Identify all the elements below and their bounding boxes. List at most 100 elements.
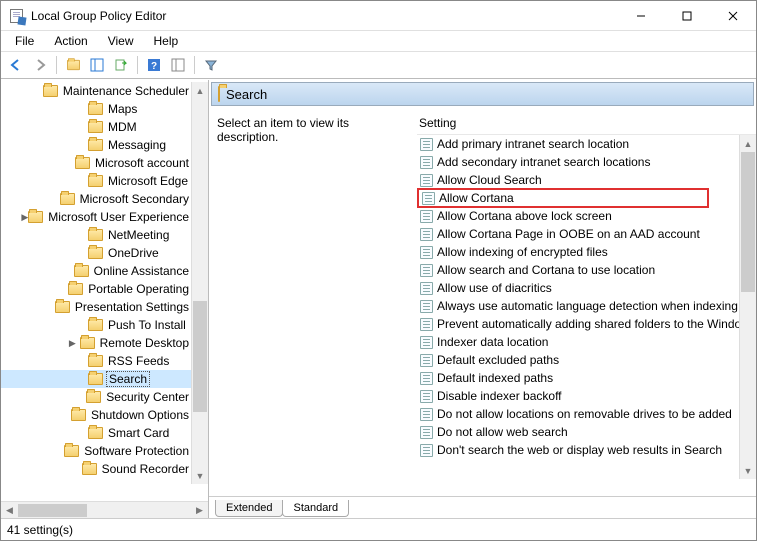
forward-button[interactable] xyxy=(29,54,51,76)
menu-view[interactable]: View xyxy=(100,33,142,49)
setting-item[interactable]: Prevent automatically adding shared fold… xyxy=(417,315,739,333)
minimize-button[interactable] xyxy=(618,1,664,30)
policy-icon xyxy=(419,209,433,223)
tree-item[interactable]: Microsoft Edge xyxy=(1,172,191,190)
tree-item[interactable]: NetMeeting xyxy=(1,226,191,244)
close-button[interactable] xyxy=(710,1,756,30)
folder-icon xyxy=(87,354,103,368)
setting-label: Do not allow web search xyxy=(437,425,568,439)
help-button[interactable]: ? xyxy=(143,54,165,76)
tab-standard[interactable]: Standard xyxy=(282,500,349,517)
up-folder-button[interactable] xyxy=(62,54,84,76)
setting-item[interactable]: Allow Cortana xyxy=(417,188,709,208)
tree-item-label: Microsoft Edge xyxy=(106,174,190,188)
setting-item[interactable]: Allow Cloud Search xyxy=(417,171,739,189)
setting-item[interactable]: Indexer data location xyxy=(417,333,739,351)
tree-item[interactable]: Security Center xyxy=(1,388,191,406)
tree-item[interactable]: Push To Install xyxy=(1,316,191,334)
properties-button[interactable] xyxy=(167,54,189,76)
menubar: File Action View Help xyxy=(1,31,756,51)
setting-label: Allow indexing of encrypted files xyxy=(437,245,608,259)
settings-column-header[interactable]: Setting xyxy=(417,112,756,135)
tree-item[interactable]: Microsoft account xyxy=(1,154,191,172)
back-button[interactable] xyxy=(5,54,27,76)
folder-icon xyxy=(87,138,103,152)
window-title: Local Group Policy Editor xyxy=(31,9,618,23)
export-button[interactable] xyxy=(110,54,132,76)
titlebar: Local Group Policy Editor xyxy=(1,1,756,31)
setting-item[interactable]: Add primary intranet search location xyxy=(417,135,739,153)
tree-item[interactable]: RSS Feeds xyxy=(1,352,191,370)
menu-file[interactable]: File xyxy=(7,33,42,49)
setting-label: Don't search the web or display web resu… xyxy=(437,443,722,457)
tree-item[interactable]: OneDrive xyxy=(1,244,191,262)
tree-item-label: MDM xyxy=(106,120,139,134)
tree-item[interactable]: Sound Recorder xyxy=(1,460,191,478)
tree-item[interactable]: Online Assistance xyxy=(1,262,191,280)
tree-item[interactable]: Smart Card xyxy=(1,424,191,442)
setting-item[interactable]: Allow search and Cortana to use location xyxy=(417,261,739,279)
setting-item[interactable]: Allow use of diacritics xyxy=(417,279,739,297)
tree-item-label: Presentation Settings xyxy=(73,300,191,314)
tree-item[interactable]: Search xyxy=(1,370,191,388)
policy-icon xyxy=(419,353,433,367)
setting-item[interactable]: Allow Cortana above lock screen xyxy=(417,207,739,225)
show-tree-button[interactable] xyxy=(86,54,108,76)
tree-item[interactable]: Messaging xyxy=(1,136,191,154)
tree-item[interactable]: Presentation Settings xyxy=(1,298,191,316)
menu-help[interactable]: Help xyxy=(146,33,187,49)
tree-horizontal-scrollbar[interactable]: ◀ ▶ xyxy=(1,501,208,518)
menu-action[interactable]: Action xyxy=(46,33,95,49)
detail-body: Select an item to view its description. … xyxy=(209,106,756,496)
toolbar: ? xyxy=(1,51,756,79)
tree-item[interactable]: ▶Microsoft User Experience xyxy=(1,208,191,226)
setting-item[interactable]: Do not allow locations on removable driv… xyxy=(417,405,739,423)
tree-item-label: Sound Recorder xyxy=(100,462,191,476)
detail-header-label: Search xyxy=(226,87,267,102)
tree-item-label: Search xyxy=(106,371,150,387)
setting-label: Indexer data location xyxy=(437,335,548,349)
tab-extended[interactable]: Extended xyxy=(215,500,283,517)
settings-vertical-scrollbar[interactable]: ▲ ▼ xyxy=(739,135,756,479)
filter-button[interactable] xyxy=(200,54,222,76)
tree-item-label: NetMeeting xyxy=(106,228,171,242)
tree-vertical-scrollbar[interactable]: ▲ ▼ xyxy=(191,82,208,484)
setting-item[interactable]: Allow Cortana Page in OOBE on an AAD acc… xyxy=(417,225,739,243)
maximize-button[interactable] xyxy=(664,1,710,30)
policy-icon xyxy=(419,173,433,187)
toolbar-separator xyxy=(56,56,57,74)
tree-item[interactable]: ▶Remote Desktop xyxy=(1,334,191,352)
setting-label: Default indexed paths xyxy=(437,371,553,385)
setting-item[interactable]: Add secondary intranet search locations xyxy=(417,153,739,171)
tree-item[interactable]: MDM xyxy=(1,118,191,136)
tree-item[interactable]: Portable Operating xyxy=(1,280,191,298)
tree-item-label: Software Protection xyxy=(82,444,191,458)
tree-item-label: Maps xyxy=(106,102,139,116)
folder-icon xyxy=(71,408,86,422)
app-icon xyxy=(9,8,25,24)
policy-icon xyxy=(419,245,433,259)
tree-item[interactable]: Software Protection xyxy=(1,442,191,460)
setting-item[interactable]: Do not allow web search xyxy=(417,423,739,441)
expander-icon[interactable]: ▶ xyxy=(65,338,80,349)
setting-item[interactable]: Don't search the web or display web resu… xyxy=(417,441,739,459)
setting-label: Add secondary intranet search locations xyxy=(437,155,650,169)
window-controls xyxy=(618,1,756,30)
setting-item[interactable]: Disable indexer backoff xyxy=(417,387,739,405)
tree-item[interactable]: Shutdown Options xyxy=(1,406,191,424)
setting-item[interactable]: Allow indexing of encrypted files xyxy=(417,243,739,261)
setting-item[interactable]: Default indexed paths xyxy=(417,369,739,387)
expander-icon[interactable]: ▶ xyxy=(21,212,28,223)
tree-item[interactable]: Maintenance Scheduler xyxy=(1,82,191,100)
settings-list[interactable]: Add primary intranet search location Add … xyxy=(417,135,756,496)
tree-item[interactable]: Microsoft Secondary xyxy=(1,190,191,208)
tree-scroll[interactable]: Maintenance SchedulerMapsMDMMessagingMic… xyxy=(1,82,208,501)
tree-item[interactable]: Maps xyxy=(1,100,191,118)
policy-icon xyxy=(419,155,433,169)
folder-icon xyxy=(87,426,103,440)
setting-label: Do not allow locations on removable driv… xyxy=(437,407,732,421)
setting-item[interactable]: Always use automatic language detection … xyxy=(417,297,739,315)
setting-item[interactable]: Default excluded paths xyxy=(417,351,739,369)
setting-label: Add primary intranet search location xyxy=(437,137,629,151)
tree-item-label: Maintenance Scheduler xyxy=(61,84,191,98)
